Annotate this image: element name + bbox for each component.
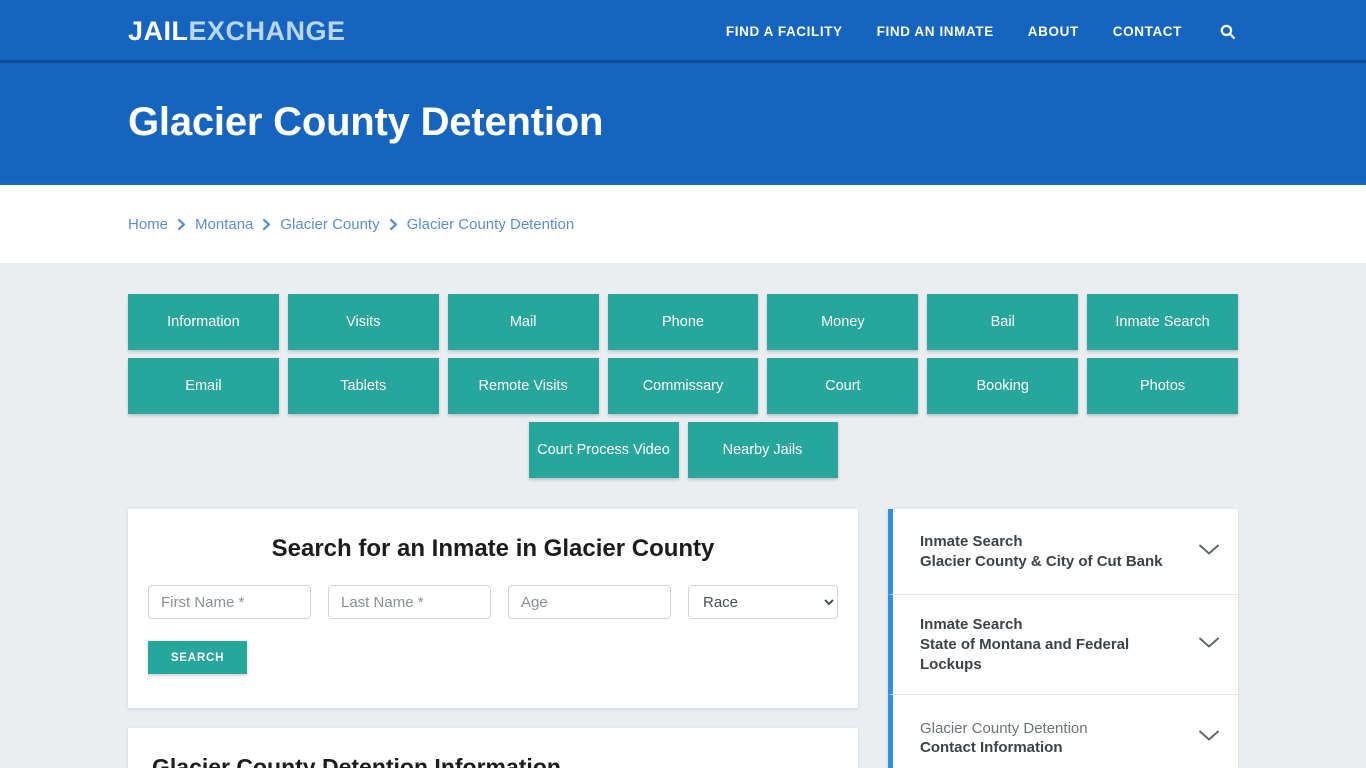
quick-link-visits[interactable]: Visits — [287, 294, 439, 350]
accordion-item-label: Inmate Search State of Montana and Feder… — [920, 615, 1188, 674]
quick-link-email[interactable]: Email — [128, 358, 279, 414]
chevron-right-icon — [262, 218, 271, 231]
quick-link-court[interactable]: Court — [767, 358, 919, 414]
page-title: Glacier County Detention — [128, 100, 604, 144]
hero-banner: Glacier County Detention — [0, 63, 1366, 185]
quick-links-grid: Information Visits Mail Phone Money Bail… — [128, 294, 1238, 414]
quick-link-phone[interactable]: Phone — [607, 294, 759, 350]
search-icon[interactable] — [1216, 21, 1238, 43]
quick-links-row-3: Court Process Video Nearby Jails — [128, 422, 1238, 478]
breadcrumb-item-glacier-county[interactable]: Glacier County — [280, 216, 379, 233]
chevron-down-icon — [1198, 636, 1220, 654]
accordion-line-2: Glacier County & City of Cut Bank — [920, 552, 1163, 570]
content-wrapper: Information Visits Mail Phone Money Bail… — [128, 294, 1238, 768]
sidebar: Inmate Search Glacier County & City of C… — [888, 509, 1238, 768]
quick-link-bail[interactable]: Bail — [927, 294, 1079, 350]
accordion-line-2: Contact Information — [920, 739, 1063, 757]
chevron-right-icon — [389, 218, 398, 231]
accordion-line-1: Inmate Search — [920, 532, 1023, 550]
search-submit-button[interactable]: SEARCH — [148, 641, 247, 674]
accordion-item-inmate-search-state[interactable]: Inmate Search State of Montana and Feder… — [888, 595, 1238, 696]
site-logo[interactable]: JAILEXCHANGE — [128, 18, 346, 45]
nav-item-about[interactable]: ABOUT — [1028, 24, 1079, 39]
quick-link-money[interactable]: Money — [767, 294, 919, 350]
inmate-search-card: Search for an Inmate in Glacier County R… — [128, 509, 858, 708]
inmate-search-heading: Search for an Inmate in Glacier County — [271, 535, 715, 562]
race-select[interactable]: Race — [688, 585, 838, 619]
accordion-line-1: Inmate Search — [920, 616, 1023, 633]
breadcrumb-item-montana[interactable]: Montana — [195, 216, 253, 233]
first-name-input[interactable] — [148, 585, 311, 619]
nav-item-contact[interactable]: CONTACT — [1113, 24, 1182, 39]
quick-link-tablets[interactable]: Tablets — [287, 358, 439, 414]
chevron-down-icon — [1198, 729, 1220, 747]
logo-text-exchange: EXCHANGE — [188, 16, 346, 46]
accordion-item-inmate-search-county[interactable]: Inmate Search Glacier County & City of C… — [888, 509, 1238, 595]
facility-information-card: Glacier County Detention Information — [128, 728, 858, 768]
quick-link-commissary[interactable]: Commissary — [607, 358, 759, 414]
sidebar-accordion: Inmate Search Glacier County & City of C… — [888, 509, 1238, 768]
inmate-search-fields: Race — [148, 585, 838, 619]
breadcrumb-bar: Home Montana Glacier County Glacier Coun… — [0, 185, 1366, 263]
last-name-input[interactable] — [328, 585, 491, 619]
facility-information-heading: Glacier County Detention Information — [152, 754, 561, 768]
accordion-item-contact-information[interactable]: Glacier County Detention Contact Informa… — [888, 695, 1238, 768]
accordion-item-label: Glacier County Detention Contact Informa… — [920, 719, 1088, 759]
site-header: JAILEXCHANGE FIND A FACILITY FIND AN INM… — [0, 0, 1366, 63]
quick-link-mail[interactable]: Mail — [447, 294, 599, 350]
quick-link-remote-visits[interactable]: Remote Visits — [447, 358, 599, 414]
chevron-right-icon — [177, 218, 186, 231]
nav-item-find-an-inmate[interactable]: FIND AN INMATE — [877, 24, 994, 39]
accordion-item-label: Inmate Search Glacier County & City of C… — [920, 532, 1163, 572]
main-columns: Search for an Inmate in Glacier County R… — [128, 509, 1238, 768]
chevron-down-icon — [1198, 543, 1220, 561]
logo-text-jail: JAIL — [128, 16, 189, 46]
breadcrumb: Home Montana Glacier County Glacier Coun… — [128, 216, 574, 233]
accordion-line-2: State of Montana and Federal Lockups — [920, 635, 1130, 673]
breadcrumb-item-current: Glacier County Detention — [406, 215, 575, 233]
primary-navigation: FIND A FACILITY FIND AN INMATE ABOUT CON… — [726, 21, 1238, 43]
age-input[interactable] — [508, 585, 671, 619]
accordion-line-1: Glacier County Detention — [920, 719, 1088, 737]
quick-link-nearby-jails[interactable]: Nearby Jails — [687, 422, 838, 478]
breadcrumb-item-home[interactable]: Home — [128, 216, 168, 233]
nav-item-find-a-facility[interactable]: FIND A FACILITY — [726, 24, 843, 39]
quick-link-information[interactable]: Information — [128, 294, 279, 350]
quick-link-booking[interactable]: Booking — [927, 358, 1079, 414]
main-column: Search for an Inmate in Glacier County R… — [128, 509, 858, 768]
page-body: Information Visits Mail Phone Money Bail… — [0, 263, 1366, 768]
quick-link-court-process-video[interactable]: Court Process Video — [528, 422, 679, 478]
quick-link-photos[interactable]: Photos — [1087, 358, 1238, 414]
quick-link-inmate-search[interactable]: Inmate Search — [1087, 294, 1238, 350]
